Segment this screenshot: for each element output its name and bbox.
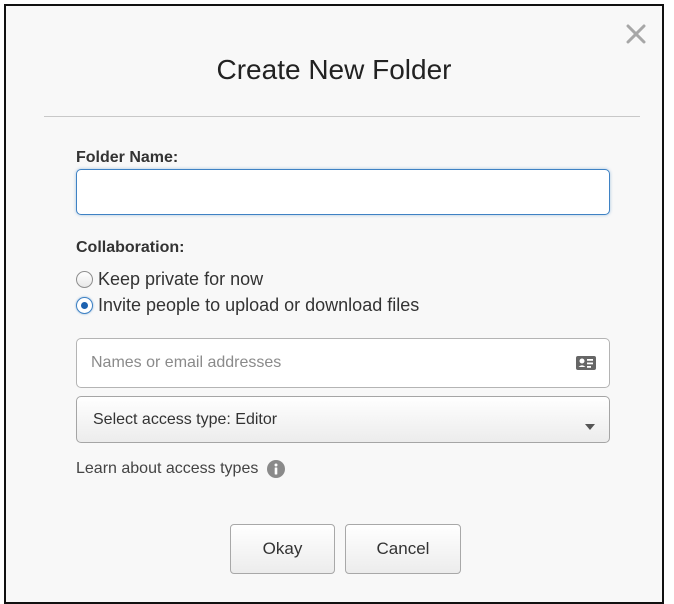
- info-icon[interactable]: [267, 460, 286, 478]
- learn-access-types: Learn about access types: [76, 460, 286, 478]
- collaboration-label: Collaboration:: [76, 239, 185, 256]
- access-type-value: Select access type: Editor: [93, 411, 278, 428]
- radio-invite-people-label: Invite people to upload or download file…: [98, 295, 420, 315]
- chevron-down-icon: [585, 417, 595, 430]
- learn-access-types-text: Learn about access types: [76, 460, 259, 477]
- radio-keep-private[interactable]: Keep private for now: [76, 269, 263, 290]
- folder-name-label: Folder Name:: [76, 149, 179, 166]
- dialog-title: Create New Folder: [216, 54, 452, 85]
- cancel-button[interactable]: Cancel: [345, 524, 461, 574]
- folder-name-input[interactable]: [76, 169, 610, 215]
- title-divider: [44, 116, 640, 117]
- invite-names-field[interactable]: [76, 338, 610, 388]
- radio-selected-dot: [81, 302, 88, 309]
- contact-card-icon[interactable]: [575, 354, 597, 372]
- access-type-select[interactable]: Select access type: Editor: [76, 396, 610, 443]
- radio-button-unchecked[interactable]: [76, 271, 93, 288]
- names-or-email-input[interactable]: [77, 339, 575, 387]
- radio-keep-private-label: Keep private for now: [98, 269, 264, 289]
- radio-button-checked[interactable]: [76, 297, 93, 314]
- close-icon[interactable]: [622, 20, 650, 48]
- create-folder-dialog: Create New Folder Folder Name: Collabora…: [4, 4, 664, 604]
- radio-invite-people[interactable]: Invite people to upload or download file…: [76, 295, 419, 316]
- okay-button[interactable]: Okay: [230, 524, 335, 574]
